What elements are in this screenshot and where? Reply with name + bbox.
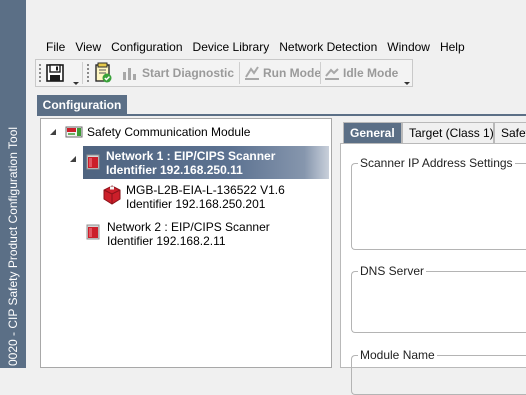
vertical-title-bar: 0020 - CIP Safety Product Configuration … [0,0,26,368]
menu-device-library[interactable]: Device Library [193,36,280,58]
tab-configuration[interactable]: Configuration [37,95,127,115]
start-diagnostic-button[interactable]: Start Diagnostic [121,62,234,84]
tree-item-device-1[interactable]: MGB-L2B-EIA-L-136522 V1.6 Identifier 192… [126,183,285,211]
menu-window[interactable]: Window [387,36,440,58]
scanner-ip-group: Scanner IP Address Settings [351,156,526,250]
menu-view[interactable]: View [75,36,111,58]
collapse-arrow-icon[interactable] [49,128,57,136]
menu-network-detection[interactable]: Network Detection [279,36,387,58]
tree-item-network-1[interactable]: Network 1 : EIP/CIPS Scanner Identifier … [83,146,329,179]
save-icon [46,64,64,82]
start-diagnostic-label: Start Diagnostic [142,66,235,80]
run-mode-label: Run Mode [263,66,321,80]
device-tree: Safety Communication Module Network 1 : … [40,118,332,368]
menu-file[interactable]: File [26,36,75,58]
tree-item-network-1-identifier: Identifier 192.168.250.11 [106,163,243,177]
toolbar-separator [320,62,321,84]
tree-item-network-2[interactable]: Network 2 : EIP/CIPS Scanner Identifier … [107,220,270,248]
dns-server-group-title: DNS Server [358,264,427,278]
tab-safety[interactable]: Safety [494,122,526,143]
toolbar-grip-icon[interactable] [86,63,90,83]
toolbar-overflow-icon[interactable] [404,82,410,85]
scanner-ip-group-title: Scanner IP Address Settings [358,156,515,170]
validate-config-button[interactable] [92,62,116,84]
module-name-group-title: Module Name [358,348,437,362]
collapse-arrow-icon[interactable] [69,155,77,163]
tree-item-device-1-name: MGB-L2B-EIA-L-136522 V1.6 [126,183,285,197]
idle-mode-icon [325,68,339,80]
module-name-group: Module Name [351,348,526,395]
dns-server-group: DNS Server [351,264,526,333]
run-mode-button[interactable]: Run Mode [243,62,321,84]
tree-item-network-2-name: Network 2 : EIP/CIPS Scanner [107,220,270,234]
tree-item-root-label: Safety Communication Module [87,125,251,139]
tree-item-device-1-identifier: Identifier 192.168.250.201 [126,197,266,211]
diagnostic-icon [123,68,136,80]
toolbar-separator [239,62,240,84]
tab-target-class-1[interactable]: Target (Class 1) [402,122,494,143]
menu-configuration[interactable]: Configuration [111,36,192,58]
idle-mode-label: Idle Mode [343,66,399,80]
toolbar: Start Diagnostic Run Mode Idle Mode [35,59,413,87]
module-icon [65,126,83,138]
tab-general[interactable]: General [343,122,402,143]
device-error-icon [103,185,121,205]
toolbar-grip-icon[interactable] [38,63,42,83]
save-dropdown-icon[interactable] [73,82,79,85]
properties-panel: General Target (Class 1) Safety Scanner … [340,118,526,395]
menu-help[interactable]: Help [440,36,475,58]
tree-item-network-1-name: Network 1 : EIP/CIPS Scanner [106,149,276,163]
idle-mode-button[interactable]: Idle Mode [323,62,398,84]
toolbar-separator [82,62,83,84]
scanner-error-icon [86,154,100,170]
tree-item-root[interactable]: Safety Communication Module [87,125,250,139]
save-button[interactable] [45,62,69,84]
menu-bar: File View Configuration Device Library N… [26,36,526,58]
general-tab-content: Scanner IP Address Settings DNS Server M… [340,143,526,395]
tab-underline [37,114,526,116]
tree-item-network-2-identifier: Identifier 192.168.2.11 [107,234,226,248]
run-mode-icon [245,66,259,80]
report-check-icon [95,62,112,83]
window-title: 0020 - CIP Safety Product Configuration … [6,126,20,366]
scanner-error-icon [86,224,100,240]
